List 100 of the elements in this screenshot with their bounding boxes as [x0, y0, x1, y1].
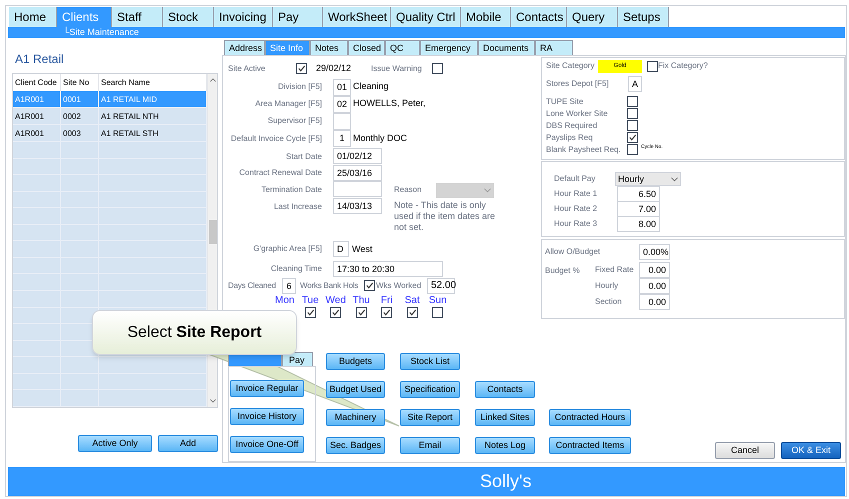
button[interactable]: Budget Used — [326, 380, 385, 398]
date-text: 29/02/12 — [316, 62, 352, 75]
checkbox[interactable] — [627, 144, 638, 156]
field-label: Reason — [394, 184, 423, 196]
button[interactable]: Invoice History — [230, 408, 304, 425]
code-field[interactable]: 1 — [333, 130, 351, 148]
button[interactable]: Notes Log — [475, 436, 535, 454]
button[interactable]: Specification — [400, 380, 460, 398]
table-cell: A1R001 — [13, 108, 61, 124]
checkbox[interactable] — [330, 306, 342, 318]
checkbox[interactable] — [304, 306, 316, 318]
button[interactable]: Contracted Items — [549, 436, 631, 454]
input-field[interactable]: A — [628, 76, 642, 92]
table-cell: 0003 — [61, 124, 99, 141]
input-field[interactable]: 6 — [282, 278, 296, 294]
tab[interactable]: Pay — [282, 352, 313, 366]
dropdown-value: Hourly — [618, 172, 644, 186]
field-label: Payslips Req — [546, 132, 594, 144]
input-field[interactable]: 8.00 — [617, 216, 660, 232]
scroll-down-icon[interactable] — [210, 398, 216, 403]
date-field[interactable] — [333, 181, 382, 198]
tab[interactable]: Documents — [478, 40, 535, 55]
tab[interactable]: QC — [385, 40, 420, 55]
date-field[interactable]: 01/02/12 — [333, 148, 382, 164]
checkbox[interactable] — [627, 120, 638, 132]
checkbox[interactable] — [406, 306, 418, 318]
input-field[interactable]: 0.00 — [639, 278, 670, 294]
button[interactable]: Machinery — [326, 408, 385, 426]
field-label: Area Manager [F5] — [254, 98, 322, 110]
table-row[interactable]: A1R001 0003 A1 RETAIL STH — [13, 124, 207, 142]
menu-tab[interactable]: Stock — [163, 7, 214, 27]
checkbox[interactable] — [356, 306, 367, 318]
tab[interactable]: Address — [224, 40, 265, 55]
pay-dropdown[interactable]: Hourly — [615, 172, 681, 186]
day-label: Thu — [352, 294, 370, 306]
field-label: Fixed Rate — [595, 264, 635, 276]
code-field[interactable] — [333, 112, 351, 130]
tab[interactable]: RA — [535, 40, 573, 55]
button[interactable]: Active Only — [78, 434, 152, 452]
scroll-thumb[interactable] — [208, 220, 216, 244]
field-label: DBS Required — [546, 120, 598, 132]
input-field[interactable]: 0.00 — [639, 294, 670, 310]
button[interactable]: OK & Exit — [781, 442, 841, 459]
input-field[interactable]: 17:30 to 20:30 — [333, 260, 443, 277]
table-row[interactable]: A1R001 0002 A1 RETAIL NTH — [13, 108, 207, 125]
field-label: Default Invoice Cycle [F5] — [230, 132, 322, 145]
checkbox[interactable] — [296, 63, 307, 74]
input-field[interactable]: 52.00 — [427, 278, 455, 294]
input-field[interactable]: 0.00 — [639, 262, 670, 278]
code-field[interactable]: 01 — [333, 78, 351, 96]
button[interactable]: Invoice One-Off — [230, 436, 304, 453]
menu-tab[interactable]: Setups — [618, 7, 669, 27]
button[interactable]: Budgets — [326, 352, 385, 370]
menu-tab[interactable]: WorkSheet — [323, 7, 391, 27]
button[interactable]: Cancel — [715, 442, 775, 459]
button[interactable]: Invoice Regular — [230, 380, 304, 397]
input-field[interactable]: 0.00% — [639, 244, 670, 260]
checkbox[interactable] — [647, 60, 658, 72]
field-label: Days Cleaned — [228, 280, 277, 292]
checkbox[interactable] — [627, 108, 638, 120]
checkbox[interactable] — [627, 132, 638, 144]
chevron-down-icon — [484, 188, 491, 193]
scroll-up-icon[interactable] — [210, 78, 216, 82]
button[interactable]: Contracted Hours — [549, 408, 631, 426]
tab[interactable]: Notes — [310, 40, 348, 55]
menu-tab[interactable]: Mobile — [461, 7, 511, 27]
menu-tab[interactable]: Contacts — [511, 7, 567, 27]
button[interactable]: Site Report — [400, 408, 460, 426]
menu-tab[interactable]: Quality Ctrl — [391, 7, 461, 27]
button[interactable]: Contacts — [475, 380, 535, 398]
field-label: Default Pay — [554, 173, 596, 186]
tab[interactable]: Emergency — [420, 40, 478, 55]
day-label: Mon — [275, 294, 294, 306]
checkbox[interactable] — [432, 63, 443, 74]
button[interactable]: Add — [158, 434, 218, 452]
code-field[interactable]: D — [333, 241, 349, 258]
code-field[interactable]: 02 — [333, 96, 351, 113]
checkbox[interactable] — [627, 96, 638, 108]
field-label: Hour Rate 2 — [554, 203, 598, 216]
menu-tab[interactable]: Invoicing — [214, 7, 273, 27]
menu-tab[interactable]: Staff — [112, 7, 163, 27]
button[interactable]: Linked Sites — [475, 408, 535, 426]
field-label: Works Bank Hols — [300, 280, 360, 292]
button[interactable]: Email — [400, 436, 460, 454]
checkbox[interactable] — [381, 306, 392, 318]
input-field[interactable]: 6.50 — [617, 186, 660, 202]
date-field[interactable]: 14/03/13 — [333, 198, 382, 214]
field-label: Contract Renewal Date — [238, 168, 322, 178]
tab[interactable]: Closed — [348, 40, 385, 55]
day-label: Fri — [380, 294, 393, 306]
client-title: A1 Retail — [15, 52, 65, 66]
button[interactable]: Sec. Badges — [326, 436, 385, 454]
button[interactable]: Stock List — [400, 352, 460, 370]
date-field[interactable]: 25/03/16 — [333, 164, 382, 181]
input-field[interactable]: 7.00 — [617, 201, 660, 218]
menu-tab[interactable]: Home — [9, 7, 57, 27]
menu-tab[interactable]: Query — [567, 7, 618, 27]
menu-tab[interactable]: Pay — [273, 7, 323, 27]
checkbox[interactable] — [364, 280, 375, 292]
checkbox[interactable] — [432, 306, 444, 318]
